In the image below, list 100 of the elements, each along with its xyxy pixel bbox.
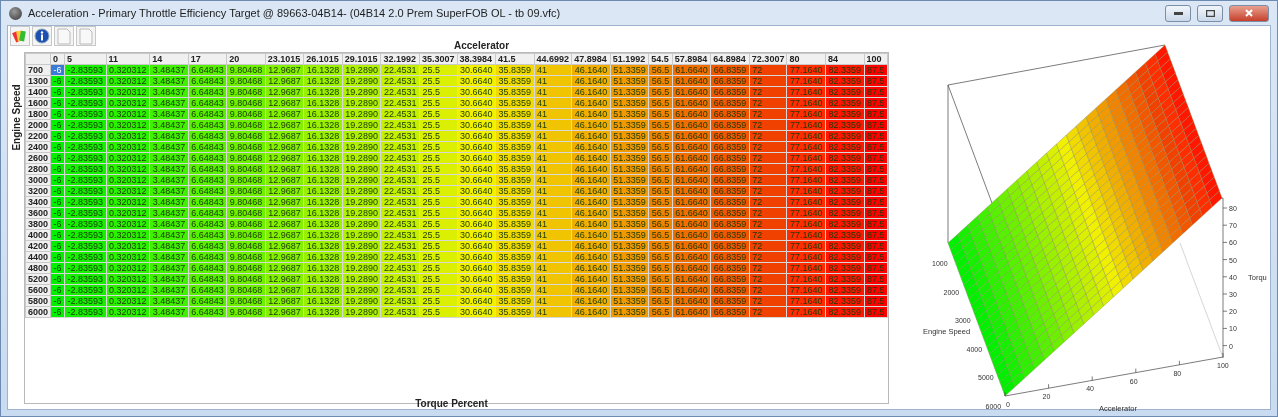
table-cell[interactable]: 66.8359 — [710, 97, 750, 109]
table-cell[interactable]: 12.9687 — [265, 174, 304, 186]
table-cell[interactable]: 9.80468 — [226, 108, 266, 120]
table-cell[interactable]: 41 — [534, 75, 572, 87]
table-cell[interactable]: 12.9687 — [265, 251, 304, 263]
table-cell[interactable]: -6 — [50, 86, 65, 98]
table-cell[interactable]: 35.8359 — [495, 152, 535, 164]
table-cell[interactable]: 66.8359 — [710, 251, 750, 263]
table-cell[interactable]: 30.6640 — [457, 284, 496, 296]
table-cell[interactable]: 51.3359 — [610, 141, 649, 153]
table-cell[interactable]: 30.6640 — [457, 273, 496, 285]
table-cell[interactable]: 0.320312 — [106, 97, 150, 109]
table-cell[interactable]: 41 — [534, 174, 572, 186]
table-cell[interactable]: 19.2890 — [342, 229, 381, 241]
table-cell[interactable]: 66.8359 — [710, 262, 750, 274]
table-cell[interactable]: -6 — [50, 251, 65, 263]
table-cell[interactable]: 16.1328 — [303, 295, 343, 307]
table-cell[interactable]: 35.8359 — [495, 251, 535, 263]
table-cell[interactable]: 46.1640 — [571, 130, 611, 142]
table-cell[interactable]: 46.1640 — [571, 262, 611, 274]
table-cell[interactable]: 19.2890 — [342, 97, 381, 109]
table-cell[interactable]: 51.3359 — [610, 207, 649, 219]
table-cell[interactable]: 66.8359 — [710, 174, 750, 186]
table-cell[interactable]: 35.8359 — [495, 295, 535, 307]
table-cell[interactable]: 30.6640 — [457, 185, 496, 197]
table-cell[interactable]: 56.5 — [648, 141, 673, 153]
table-cell[interactable]: 66.8359 — [710, 163, 750, 175]
table-cell[interactable]: 41 — [534, 119, 572, 131]
table-cell[interactable]: 3.48437 — [149, 108, 189, 120]
table-cell[interactable]: -2.83593 — [64, 130, 107, 142]
table-cell[interactable]: 0.320312 — [106, 196, 150, 208]
table-cell[interactable]: 46.1640 — [571, 251, 611, 263]
table-cell[interactable]: 22.4531 — [380, 284, 420, 296]
table-cell[interactable]: 0.320312 — [106, 229, 150, 241]
table-cell[interactable]: 46.1640 — [571, 97, 611, 109]
table-cell[interactable]: 46.1640 — [571, 185, 611, 197]
table-cell[interactable]: -6 — [50, 75, 65, 87]
table-cell[interactable]: -2.83593 — [64, 229, 107, 241]
table-cell[interactable]: 56.5 — [648, 229, 673, 241]
table-cell[interactable]: 0.320312 — [106, 163, 150, 175]
table-cell[interactable]: 3.48437 — [149, 207, 189, 219]
table-cell[interactable]: 6.64843 — [188, 130, 227, 142]
table-cell[interactable]: 51.3359 — [610, 273, 649, 285]
table-cell[interactable]: 0.320312 — [106, 284, 150, 296]
table-cell[interactable]: 22.4531 — [380, 306, 420, 318]
table-cell[interactable]: 61.6640 — [672, 152, 711, 164]
table-cell[interactable]: 0.320312 — [106, 75, 150, 87]
table-cell[interactable]: 19.2890 — [342, 273, 381, 285]
table-cell[interactable]: -6 — [50, 185, 65, 197]
table-cell[interactable]: 9.80468 — [226, 207, 266, 219]
table-cell[interactable]: 6.64843 — [188, 251, 227, 263]
table-cell[interactable]: 9.80468 — [226, 262, 266, 274]
table-cell[interactable]: 22.4531 — [380, 295, 420, 307]
table-cell[interactable]: -2.83593 — [64, 119, 107, 131]
table-cell[interactable]: 56.5 — [648, 130, 673, 142]
table-cell[interactable]: 41 — [534, 196, 572, 208]
table-cell[interactable]: 25.5 — [419, 229, 457, 241]
table-cell[interactable]: 46.1640 — [571, 273, 611, 285]
table-cell[interactable]: 0.320312 — [106, 141, 150, 153]
table-cell[interactable]: 9.80468 — [226, 229, 266, 241]
table-cell[interactable]: 0.320312 — [106, 185, 150, 197]
table-cell[interactable]: -2.83593 — [64, 262, 107, 274]
table-cell[interactable]: 61.6640 — [672, 108, 711, 120]
table-cell[interactable]: 19.2890 — [342, 174, 381, 186]
table-cell[interactable]: 22.4531 — [380, 229, 420, 241]
table-cell[interactable]: -6 — [50, 229, 65, 241]
table-cell[interactable]: 9.80468 — [226, 119, 266, 131]
table-cell[interactable]: 22.4531 — [380, 251, 420, 263]
table-cell[interactable]: 66.8359 — [710, 64, 750, 76]
table-cell[interactable]: 0.320312 — [106, 86, 150, 98]
table-cell[interactable]: 6.64843 — [188, 185, 227, 197]
table-cell[interactable]: 6.64843 — [188, 141, 227, 153]
table-cell[interactable]: 61.6640 — [672, 273, 711, 285]
table-cell[interactable]: 56.5 — [648, 218, 673, 230]
table-cell[interactable]: 22.4531 — [380, 262, 420, 274]
table-cell[interactable]: 35.8359 — [495, 229, 535, 241]
table-cell[interactable]: 61.6640 — [672, 141, 711, 153]
table-cell[interactable]: 3.48437 — [149, 163, 189, 175]
table-cell[interactable]: 3.48437 — [149, 251, 189, 263]
table-cell[interactable]: 16.1328 — [303, 141, 343, 153]
table-cell[interactable]: 19.2890 — [342, 130, 381, 142]
table-cell[interactable]: 61.6640 — [672, 284, 711, 296]
table-cell[interactable]: 3.48437 — [149, 306, 189, 318]
table-cell[interactable]: 12.9687 — [265, 108, 304, 120]
table-cell[interactable]: 19.2890 — [342, 86, 381, 98]
table-cell[interactable]: 51.3359 — [610, 152, 649, 164]
table-cell[interactable]: 0.320312 — [106, 306, 150, 318]
table-cell[interactable]: 3.48437 — [149, 273, 189, 285]
maximize-button[interactable] — [1197, 4, 1223, 22]
table-cell[interactable]: 61.6640 — [672, 229, 711, 241]
table-cell[interactable]: -6 — [50, 306, 65, 318]
table-cell[interactable]: -6 — [50, 163, 65, 175]
table-cell[interactable]: 3.48437 — [149, 196, 189, 208]
table-cell[interactable]: 30.6640 — [457, 207, 496, 219]
table-cell[interactable]: -2.83593 — [64, 86, 107, 98]
table-cell[interactable]: 66.8359 — [710, 86, 750, 98]
table-cell[interactable]: 41 — [534, 218, 572, 230]
table-cell[interactable]: 12.9687 — [265, 97, 304, 109]
table-cell[interactable]: 16.1328 — [303, 196, 343, 208]
table-cell[interactable]: 19.2890 — [342, 75, 381, 87]
